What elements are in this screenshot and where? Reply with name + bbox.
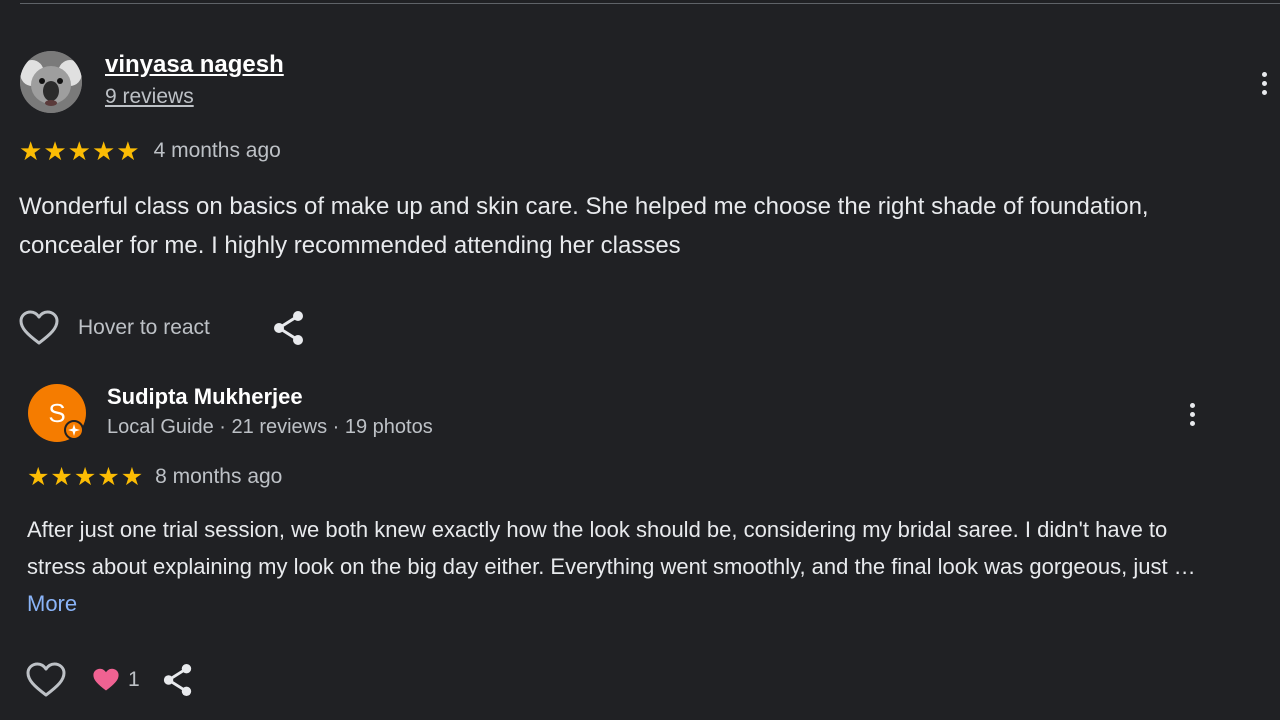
star-icon: ★ — [43, 136, 67, 166]
review-text: Wonderful class on basics of make up and… — [19, 193, 1149, 259]
reviewer-name[interactable]: vinyasa nagesh — [105, 51, 284, 79]
review-date: 4 months ago — [153, 139, 281, 162]
star-icon: ★ — [19, 136, 43, 166]
koala-avatar-icon — [20, 51, 82, 113]
share-button[interactable] — [272, 310, 306, 346]
star-icon: ★ — [67, 136, 91, 166]
star-rating: ★ ★ ★ ★ ★ — [19, 138, 140, 164]
heart-outline-icon — [19, 310, 59, 345]
avatar[interactable]: S — [28, 384, 86, 442]
reaction-count: 1 — [128, 668, 140, 691]
share-icon — [273, 311, 303, 345]
review-date: 8 months ago — [155, 465, 283, 488]
star-icon: ★ — [73, 463, 97, 491]
review-card: S Sudipta Mukherjee Local Guide · 21 rev… — [0, 360, 1280, 720]
more-vert-icon — [1189, 402, 1195, 408]
star-icon: ★ — [27, 463, 50, 491]
rating-row: ★ ★ ★ ★ ★ 4 months ago — [19, 136, 281, 166]
avatar-letter: S — [48, 398, 66, 428]
rating-row: ★ ★ ★ ★ ★ 8 months ago — [27, 462, 282, 492]
local-guide-badge-icon — [64, 420, 84, 440]
heart-filled-icon — [93, 668, 119, 691]
heart-outline-icon — [26, 662, 66, 697]
star-icon: ★ — [97, 463, 120, 491]
like-button[interactable] — [19, 310, 59, 346]
like-button[interactable] — [26, 662, 66, 698]
reviewer-review-count[interactable]: 9 reviews — [105, 85, 194, 109]
review-actions: 1 — [26, 660, 194, 700]
share-icon — [163, 664, 191, 696]
more-link[interactable]: More — [27, 591, 77, 616]
review-actions: Hover to react — [19, 308, 306, 348]
reviewer-subline[interactable]: Local Guide · 21 reviews · 19 photos — [107, 416, 433, 439]
review-card: vinyasa nagesh 9 reviews ★ ★ ★ ★ ★ 4 mon… — [0, 0, 1280, 360]
review-text-content: After just one trial session, we both kn… — [27, 517, 1196, 579]
review-menu-button[interactable] — [1252, 63, 1276, 103]
star-rating: ★ ★ ★ ★ ★ — [27, 464, 143, 490]
reviewer-name[interactable]: Sudipta Mukherjee — [107, 384, 303, 410]
star-icon: ★ — [91, 136, 116, 166]
reaction-summary[interactable]: 1 — [92, 667, 140, 693]
review-menu-button[interactable] — [1180, 394, 1204, 434]
share-button[interactable] — [162, 663, 194, 697]
review-text: After just one trial session, we both kn… — [27, 511, 1207, 622]
hover-to-react-label: Hover to react — [78, 316, 210, 339]
avatar[interactable] — [20, 51, 82, 113]
star-icon: ★ — [116, 136, 140, 166]
reviews-page: vinyasa nagesh 9 reviews ★ ★ ★ ★ ★ 4 mon… — [0, 0, 1280, 720]
star-icon: ★ — [50, 463, 73, 491]
star-icon: ★ — [120, 463, 144, 491]
more-vert-icon — [1261, 71, 1267, 77]
